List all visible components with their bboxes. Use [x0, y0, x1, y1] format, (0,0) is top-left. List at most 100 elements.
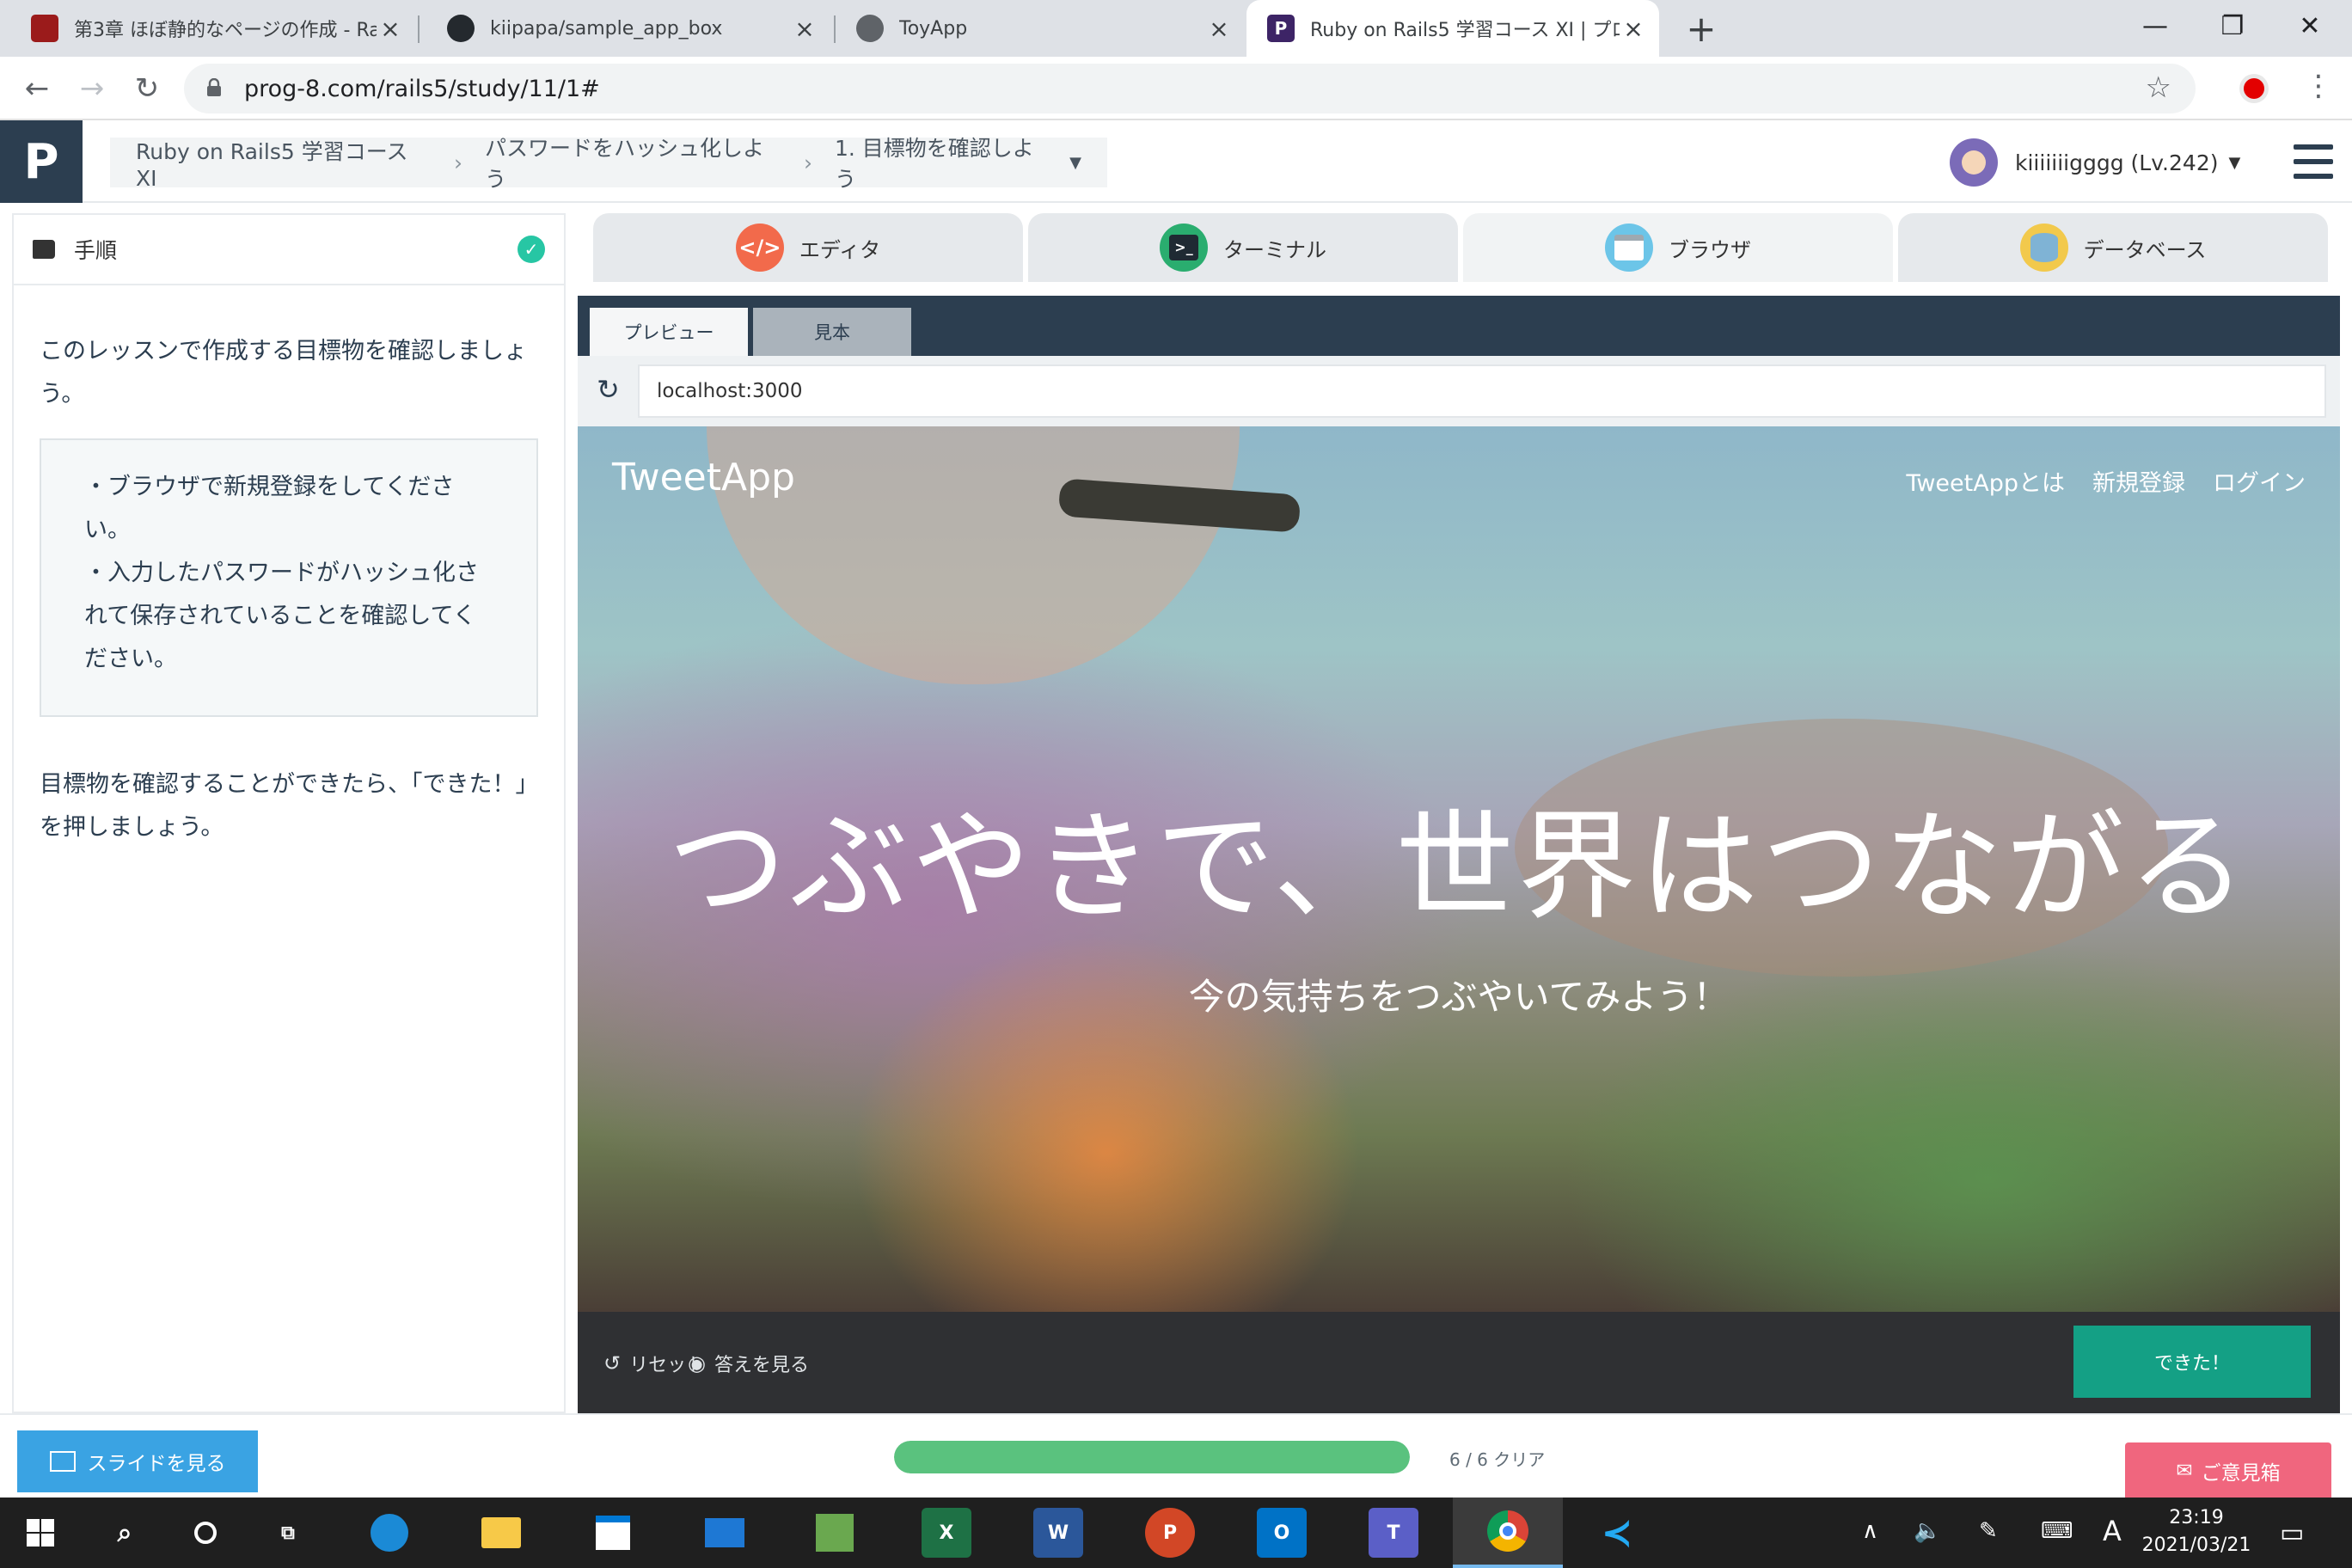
feedback-button[interactable]: ✉ ご意見箱: [2125, 1442, 2331, 1499]
task-view-icon[interactable]: ⧉: [263, 1508, 313, 1558]
close-tab-icon[interactable]: ×: [1620, 15, 1647, 43]
lesson-actions: ↺ リセット ◉ 答えを見る できた！: [578, 1312, 2340, 1413]
breadcrumb-course[interactable]: Ruby on Rails5 学習コース XI: [136, 135, 432, 191]
tab-terminal[interactable]: >_ ターミナル: [1028, 213, 1458, 282]
address-url: prog-8.com/rails5/study/11/1#: [244, 75, 600, 102]
tab-label: ターミナル: [1223, 237, 1326, 262]
instruction-item: ・ブラウザで新規登録をしてください。: [84, 474, 455, 543]
database-icon: [2019, 224, 2068, 272]
chrome-icon[interactable]: [1453, 1498, 1563, 1568]
tweetapp-logo[interactable]: TweetApp: [612, 456, 795, 499]
minimize-button[interactable]: —: [2116, 0, 2194, 52]
windows-start-icon[interactable]: [15, 1508, 65, 1558]
vscode-icon[interactable]: ≺: [1592, 1508, 1642, 1558]
tab-title: ToyApp: [899, 17, 968, 40]
notifications-icon[interactable]: ▭: [2280, 1518, 2304, 1548]
close-tab-icon[interactable]: ×: [791, 15, 818, 43]
breadcrumb-lesson[interactable]: 1. 目標物を確認しよう: [835, 132, 1052, 193]
preview-url-input[interactable]: localhost:3000: [638, 364, 2326, 418]
clock-time: 23:19: [2169, 1507, 2224, 1528]
close-tab-icon[interactable]: ×: [1205, 15, 1233, 43]
chevron-up-icon[interactable]: ∧: [1862, 1518, 1878, 1544]
file-explorer-icon[interactable]: [476, 1508, 526, 1558]
nav-login[interactable]: ログイン: [2213, 464, 2306, 498]
workspace-tabs: </> エディタ >_ ターミナル ブラウザ データベース: [578, 213, 2340, 282]
address-bar[interactable]: prog-8.com/rails5/study/11/1# ☆: [184, 64, 2196, 113]
caret-down-icon[interactable]: ▼: [1069, 154, 1081, 172]
tab-label: エディタ: [799, 237, 881, 262]
book-icon: [33, 240, 55, 259]
progate-logo[interactable]: P: [0, 120, 83, 203]
tab-title: kiipapa/sample_app_box: [490, 17, 723, 40]
tab-preview[interactable]: プレビュー: [590, 308, 748, 356]
new-tab-button[interactable]: +: [1678, 5, 1724, 52]
cortana-icon[interactable]: [181, 1508, 230, 1558]
app-icon[interactable]: [810, 1508, 860, 1558]
excel-icon[interactable]: X: [922, 1508, 971, 1558]
terminal-icon: >_: [1160, 224, 1208, 272]
system-clock[interactable]: 23:19 2021/03/21: [2141, 1504, 2252, 1559]
word-icon[interactable]: W: [1033, 1508, 1083, 1558]
tab-sample[interactable]: 見本: [753, 308, 911, 356]
progate-header: P Ruby on Rails5 学習コース XI › パスワードをハッシュ化し…: [0, 120, 2352, 203]
maximize-button[interactable]: ❐: [2194, 0, 2271, 52]
preview-url-row: ↻ localhost:3000: [578, 356, 2340, 426]
browser-menu-icon[interactable]: ⋮: [2304, 69, 2333, 103]
hamburger-menu-icon[interactable]: [2294, 144, 2333, 179]
progress-label: 6 / 6 クリア: [1449, 1449, 1546, 1470]
search-icon[interactable]: ⌕: [100, 1508, 150, 1558]
tweetapp-nav: TweetAppとは 新規登録 ログイン: [1878, 464, 2306, 498]
done-button[interactable]: できた！: [2073, 1326, 2311, 1398]
outlook-icon[interactable]: O: [1257, 1508, 1307, 1558]
keyboard-icon[interactable]: ⌨: [2041, 1518, 2073, 1544]
close-window-button[interactable]: ✕: [2271, 0, 2349, 52]
instructions-box: ・ブラウザで新規登録をしてください。 ・入力したパスワードがハッシュ化されて保存…: [40, 438, 538, 717]
instructions-intro: このレッスンで作成する目標物を確認しましょう。: [40, 338, 527, 407]
browser-tab[interactable]: ToyApp ×: [836, 0, 1245, 57]
user-name: kiiiiiiigggg (Lv.242): [2015, 150, 2219, 175]
forward-icon[interactable]: →: [69, 65, 115, 112]
edge-icon[interactable]: [364, 1508, 414, 1558]
eye-icon: ◉: [688, 1351, 706, 1375]
back-icon[interactable]: ←: [14, 65, 60, 112]
hero-title: つぶやきで、世界はつながる: [667, 798, 2251, 936]
record-extension-icon[interactable]: [2239, 74, 2269, 103]
chevron-right-icon: ›: [453, 150, 462, 175]
tweetapp-hero: TweetApp TweetAppとは 新規登録 ログイン つぶやきで、世界はつ…: [578, 426, 2340, 1312]
pen-icon[interactable]: ✎: [1979, 1518, 1998, 1544]
mail-icon: ✉: [2176, 1460, 2193, 1482]
answer-button[interactable]: ◉ 答えを見る: [688, 1350, 809, 1377]
code-icon: </>: [735, 224, 784, 272]
volume-icon[interactable]: 🔈: [1914, 1518, 1941, 1544]
check-icon: ✓: [518, 236, 545, 263]
tab-browser[interactable]: ブラウザ: [1463, 213, 1893, 282]
lesson-footer: スライドを見る 6 / 6 クリア ✉ ご意見箱: [0, 1413, 2352, 1499]
reload-icon[interactable]: ↻: [124, 65, 170, 112]
browser-tab[interactable]: kiipapa/sample_app_box ×: [421, 0, 830, 57]
teams-icon[interactable]: T: [1369, 1508, 1418, 1558]
browser-toolbar: ← → ↻ prog-8.com/rails5/study/11/1# ☆ ⋮: [0, 57, 2352, 120]
avatar: [1950, 138, 1998, 187]
slides-button[interactable]: スライドを見る: [17, 1430, 258, 1492]
railstutorial-icon: [31, 15, 58, 42]
powerpoint-icon[interactable]: P: [1145, 1508, 1195, 1558]
browser-tab-active[interactable]: P Ruby on Rails5 学習コース XI | プロ ×: [1246, 0, 1659, 57]
reload-icon[interactable]: ↻: [597, 373, 620, 406]
ime-indicator[interactable]: A: [2103, 1515, 2122, 1547]
nav-signup[interactable]: 新規登録: [2092, 464, 2185, 498]
store-icon[interactable]: [588, 1508, 638, 1558]
windows-taskbar: ⌕ ⧉ X W P O T ≺ ∧ 🔈 ✎ ⌨ A 23:19 2021/03/…: [0, 1498, 2352, 1568]
nav-about[interactable]: TweetAppとは: [1906, 464, 2065, 498]
bookmark-star-icon[interactable]: ☆: [2146, 70, 2171, 105]
user-menu[interactable]: kiiiiiiigggg (Lv.242) ▼: [1950, 138, 2240, 187]
browser-tab[interactable]: 第3章 ほぼ静的なページの作成 - Ra ×: [0, 0, 416, 57]
globe-icon: [856, 15, 884, 42]
close-tab-icon[interactable]: ×: [377, 15, 404, 43]
instruction-item: ・入力したパスワードがハッシュ化されて保存されていることを確認してください。: [84, 560, 479, 672]
instructions-panel: 手順 ✓ このレッスンで作成する目標物を確認しましょう。 ・ブラウザで新規登録を…: [12, 213, 566, 1413]
mail-icon[interactable]: [700, 1508, 750, 1558]
tab-database[interactable]: データベース: [1898, 213, 2328, 282]
hero-subtitle: 今の気持ちをつぶやいてみよう！: [1188, 976, 1730, 1018]
tab-editor[interactable]: </> エディタ: [593, 213, 1023, 282]
breadcrumb-chapter[interactable]: パスワードをハッシュ化しよう: [485, 132, 781, 193]
